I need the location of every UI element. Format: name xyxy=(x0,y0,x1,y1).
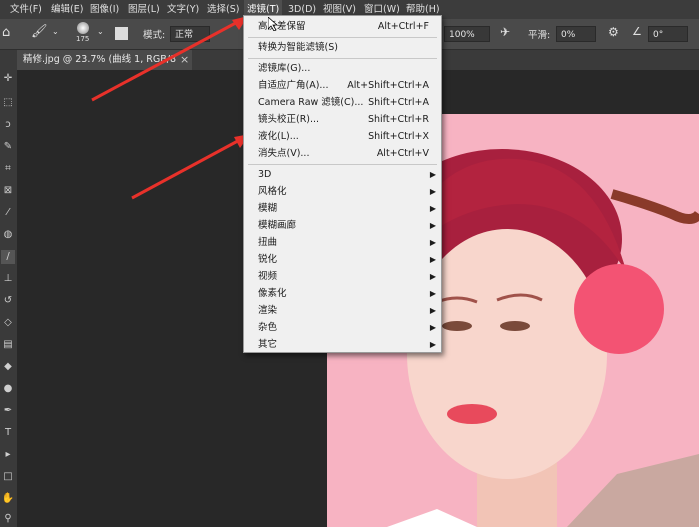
menu-item-3d[interactable]: 3D ▶ xyxy=(244,166,441,183)
mouse-cursor-icon xyxy=(268,17,278,31)
menu-item-adaptive-wide-angle[interactable]: 自适应广角(A)... Alt+Shift+Ctrl+A xyxy=(244,77,441,94)
menu-item-noise[interactable]: 杂色 ▶ xyxy=(244,319,441,336)
menu-item-blur-gallery[interactable]: 模糊画廊 ▶ xyxy=(244,217,441,234)
chevron-right-icon: ▶ xyxy=(429,187,436,196)
arrow-to-liquify xyxy=(131,134,248,200)
menu-item-render[interactable]: 渲染 ▶ xyxy=(244,302,441,319)
chevron-right-icon: ▶ xyxy=(429,221,436,230)
chevron-right-icon: ▶ xyxy=(429,323,436,332)
chevron-right-icon: ▶ xyxy=(429,238,436,247)
menu-item-stylize[interactable]: 风格化 ▶ xyxy=(244,183,441,200)
menu-item-video[interactable]: 视频 ▶ xyxy=(244,268,441,285)
menu-separator xyxy=(248,58,437,59)
chevron-right-icon: ▶ xyxy=(429,340,436,349)
chevron-right-icon: ▶ xyxy=(429,289,436,298)
menu-item-vanishing-point[interactable]: 消失点(V)... Alt+Ctrl+V xyxy=(244,145,441,162)
menu-item-convert-smart-filter[interactable]: 转换为智能滤镜(S) xyxy=(244,39,441,56)
chevron-right-icon: ▶ xyxy=(429,255,436,264)
arrow-to-filter-menu xyxy=(91,16,246,102)
menu-separator xyxy=(248,37,437,38)
menu-item-distort[interactable]: 扭曲 ▶ xyxy=(244,234,441,251)
chevron-right-icon: ▶ xyxy=(429,170,436,179)
menu-item-filter-gallery[interactable]: 滤镜库(G)... xyxy=(244,60,441,77)
menu-item-blur[interactable]: 模糊 ▶ xyxy=(244,200,441,217)
filter-dropdown-menu: 高反差保留 Alt+Ctrl+F 转换为智能滤镜(S) 滤镜库(G)... 自适… xyxy=(243,15,442,353)
menu-item-lens-correction[interactable]: 镜头校正(R)... Shift+Ctrl+R xyxy=(244,111,441,128)
chevron-right-icon: ▶ xyxy=(429,204,436,213)
chevron-right-icon: ▶ xyxy=(429,272,436,281)
chevron-right-icon: ▶ xyxy=(429,306,436,315)
menu-separator xyxy=(248,164,437,165)
menu-item-camera-raw[interactable]: Camera Raw 滤镜(C)... Shift+Ctrl+A xyxy=(244,94,441,111)
menu-item-sharpen[interactable]: 锐化 ▶ xyxy=(244,251,441,268)
menu-item-other[interactable]: 其它 ▶ xyxy=(244,336,441,353)
menu-item-pixelate[interactable]: 像素化 ▶ xyxy=(244,285,441,302)
menu-item-liquify[interactable]: 液化(L)... Shift+Ctrl+X xyxy=(244,128,441,145)
